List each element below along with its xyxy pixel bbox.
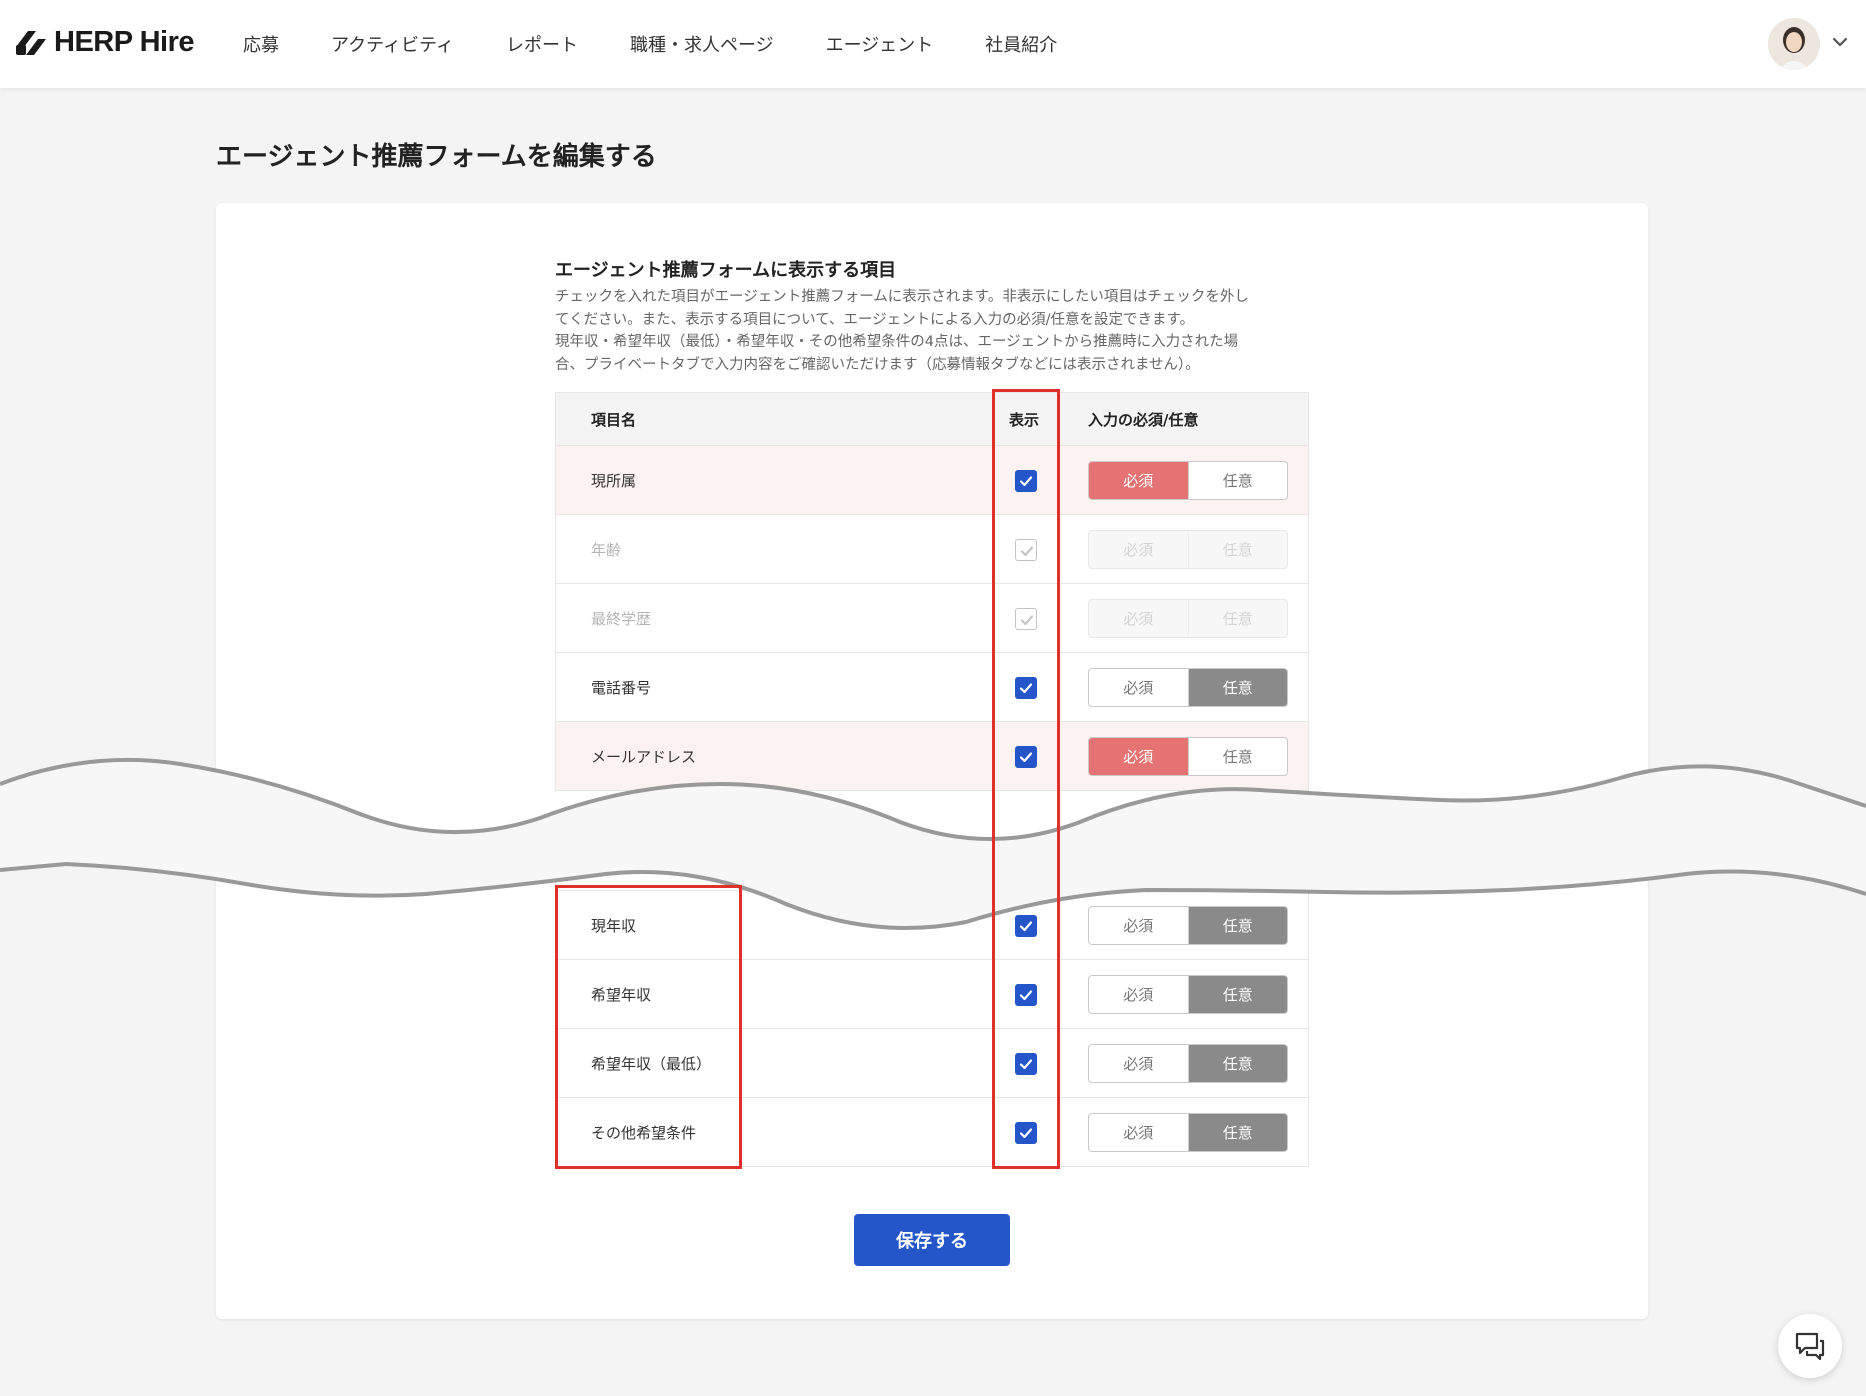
herp-logo-icon — [16, 30, 46, 55]
section-title: エージェント推薦フォームに表示する項目 — [555, 260, 897, 281]
page-title: エージェント推薦フォームを編集する — [216, 142, 657, 172]
requirement-toggle: 必須 任意 — [1088, 1113, 1288, 1152]
chevron-down-icon[interactable] — [1828, 30, 1852, 54]
nav-item-applications[interactable]: 応募 — [243, 31, 279, 57]
table-row: 年齢 必須 任意 — [556, 514, 1308, 583]
save-button[interactable]: 保存する — [854, 1214, 1010, 1266]
description-line: 現年収・希望年収（最低）・希望年収・その他希望条件の4点は、エージェントから推薦… — [555, 334, 1239, 350]
logo-text: HERP Hire — [54, 26, 195, 58]
description-line: チェックを入れた項目がエージェント推薦フォームに表示されます。非表示にしたい項目… — [555, 289, 1249, 305]
user-avatar[interactable] — [1768, 18, 1820, 70]
fields-table-top: 項目名 表示 入力の必須/任意 現所属 必須 任意 年齢 必須 任意 最終学歴 必須 任意 電話番… — [555, 392, 1309, 791]
chat-support-button[interactable] — [1778, 1314, 1842, 1378]
wave-cut-overlay — [0, 757, 1866, 930]
required-option[interactable]: 必須 — [1089, 1114, 1188, 1151]
nav-item-referrals[interactable]: 社員紹介 — [985, 31, 1057, 57]
description-line: てください。また、表示する項目について、エージェントによる入力の必須/任意を設定… — [555, 311, 1195, 328]
table-row: 現所属 必須 任意 — [556, 445, 1308, 514]
optional-option[interactable]: 任意 — [1187, 1114, 1287, 1151]
requirement-toggle: 必須 任意 — [1088, 1044, 1288, 1083]
required-option[interactable]: 必須 — [1089, 1045, 1188, 1082]
optional-option[interactable]: 任意 — [1187, 976, 1287, 1013]
nav-item-agents[interactable]: エージェント — [826, 31, 934, 57]
optional-option: 任意 — [1187, 600, 1288, 637]
description-line: 合、プライベートタブで入力内容をご確認いただけます（応募情報タブなどには表示され… — [555, 356, 1200, 373]
requirement-toggle: 必須 任意 — [1088, 599, 1288, 638]
field-label: 年齢 — [591, 541, 622, 559]
optional-option: 任意 — [1187, 531, 1288, 568]
required-option[interactable]: 必須 — [1089, 462, 1188, 499]
optional-option[interactable]: 任意 — [1187, 669, 1287, 706]
requirement-toggle: 必須 任意 — [1088, 461, 1288, 500]
required-option[interactable]: 必須 — [1089, 669, 1188, 706]
table-row: 最終学歴 必須 任意 — [556, 583, 1308, 652]
optional-option[interactable]: 任意 — [1187, 1045, 1287, 1082]
highlight-display-column — [992, 389, 1060, 1169]
section-description: チェックを入れた項目がエージェント推薦フォームに表示されます。非表示にしたい項目… — [555, 286, 1315, 376]
nav-item-activity[interactable]: アクティビティ — [331, 31, 454, 57]
top-navigation-bar: HERP Hire 応募 アクティビティ レポート 職種・求人ページ エージェン… — [0, 0, 1866, 88]
nav-item-jobs[interactable]: 職種・求人ページ — [630, 31, 774, 57]
table-body-top: 現所属 必須 任意 年齢 必須 任意 最終学歴 必須 任意 電話番号 必須 任意 メールアドレス 必須 任意 — [556, 445, 1308, 790]
highlight-salary-items — [555, 885, 742, 1169]
header-item-name: 項目名 — [591, 411, 637, 429]
requirement-toggle: 必須 任意 — [1088, 975, 1288, 1014]
required-option: 必須 — [1123, 610, 1154, 628]
required-option[interactable]: 必須 — [1089, 976, 1188, 1013]
requirement-toggle: 必須 任意 — [1088, 668, 1288, 707]
herp-logo[interactable]: HERP Hire — [14, 26, 195, 59]
header-requirement: 入力の必須/任意 — [1088, 411, 1199, 429]
table-header: 項目名 表示 入力の必須/任意 — [556, 393, 1308, 445]
main-nav: 応募 アクティビティ レポート 職種・求人ページ エージェント 社員紹介 — [243, 0, 1109, 88]
required-option: 必須 — [1123, 541, 1154, 559]
field-label: 電話番号 — [591, 679, 652, 697]
field-label: 現所属 — [591, 472, 637, 490]
chat-bubbles-icon — [1795, 1332, 1825, 1361]
nav-item-reports[interactable]: レポート — [506, 31, 578, 57]
requirement-toggle: 必須 任意 — [1088, 530, 1288, 569]
table-row: 電話番号 必須 任意 — [556, 652, 1308, 721]
optional-option[interactable]: 任意 — [1187, 462, 1288, 499]
field-label: 最終学歴 — [591, 610, 652, 628]
